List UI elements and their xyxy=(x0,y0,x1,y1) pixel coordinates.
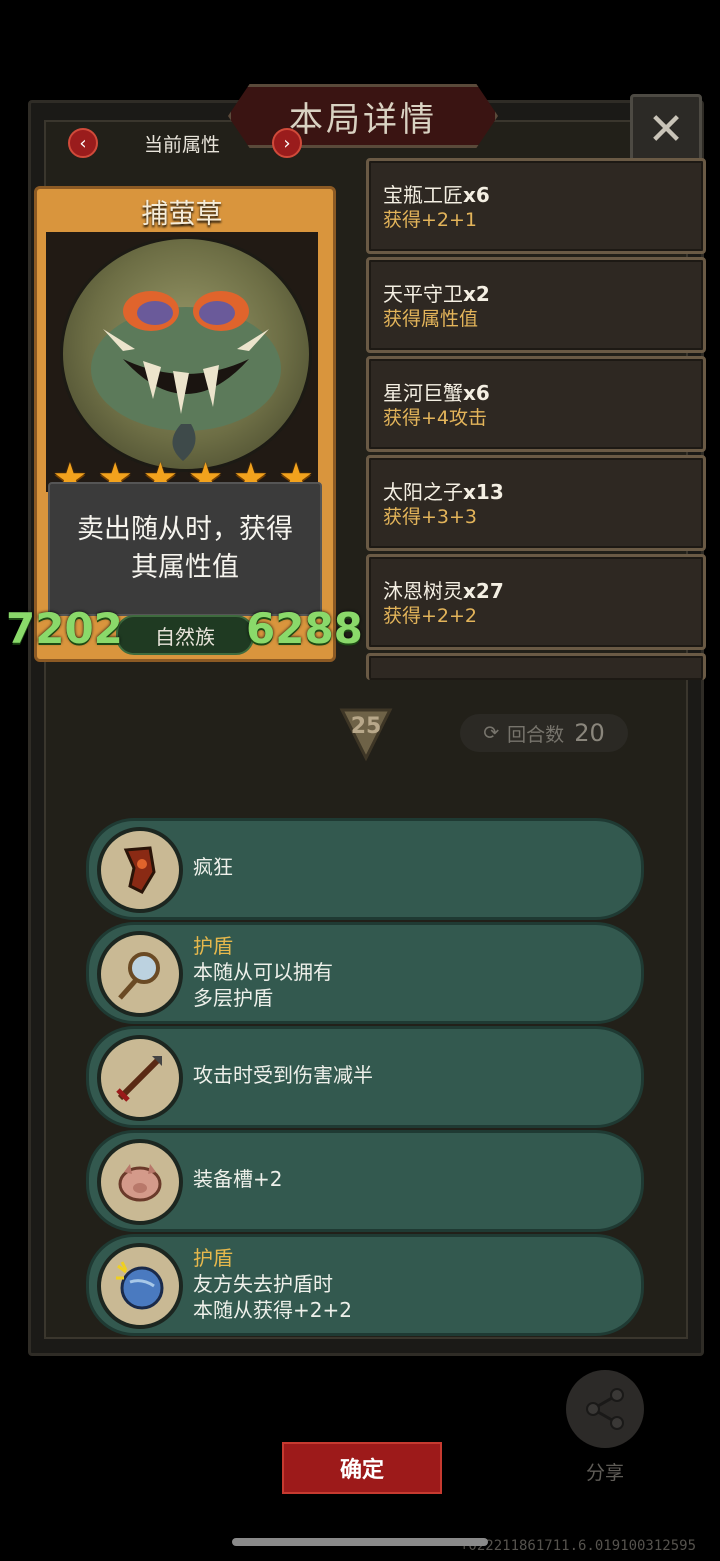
card-description-text: 卖出随从时，获得其属性值 xyxy=(77,514,293,583)
rage-mask-icon xyxy=(97,827,183,913)
next-button[interactable]: › xyxy=(272,128,302,158)
chevron-left-icon: ‹ xyxy=(79,132,87,154)
ability-text: 疯狂 xyxy=(193,855,233,879)
buff-name: 太阳之子x13 xyxy=(383,480,504,504)
turns-label: 回合数 xyxy=(507,723,565,746)
ability-item: 攻击时受到伤害减半 xyxy=(86,1026,644,1128)
buff-item: 太阳之子x13 获得+3+3 xyxy=(366,455,706,551)
buff-gain: 获得+2+1 xyxy=(383,209,478,231)
buff-name: 星河巨蟹x6 xyxy=(383,381,490,405)
buff-item: 沐恩树灵x27 获得+2+2 xyxy=(366,554,706,650)
buff-name: 宝瓶工匠x6 xyxy=(383,183,490,207)
ability-text: 护盾 友方失去护盾时 本随从获得+2+2 xyxy=(193,1246,352,1322)
close-button[interactable]: ✕ xyxy=(630,94,702,164)
ability-item: 护盾 本随从可以拥有 多层护盾 xyxy=(86,922,644,1024)
buff-item: 星河巨蟹x6 获得+4攻击 xyxy=(366,356,706,452)
shield-mirror-icon xyxy=(97,931,183,1017)
share-label: 分享 xyxy=(585,1462,624,1484)
share-button[interactable] xyxy=(566,1370,644,1448)
buff-gain: 获得+2+2 xyxy=(383,605,478,627)
pig-icon xyxy=(97,1139,183,1225)
refresh-icon: ⟳ xyxy=(483,722,500,744)
buff-name: 天平守卫x2 xyxy=(383,282,490,306)
health-value: 6288 xyxy=(246,604,363,653)
arrow-icon xyxy=(97,1035,183,1121)
buff-item: 天平守卫x2 获得属性值 xyxy=(366,257,706,353)
prev-button[interactable]: ‹ xyxy=(68,128,98,158)
tribe-badge: 自然族 xyxy=(116,615,254,655)
ability-item: 疯狂 xyxy=(86,818,644,920)
ability-item: 护盾 友方失去护盾时 本随从获得+2+2 xyxy=(86,1234,644,1336)
attribute-tab-label: 当前属性 xyxy=(143,134,220,156)
ability-text: 护盾 本随从可以拥有 多层护盾 xyxy=(193,934,333,1010)
planet-icon xyxy=(97,1243,183,1329)
buff-item: 宝瓶工匠x6 获得+2+1 xyxy=(366,158,706,254)
share-icon xyxy=(586,1388,624,1430)
minion-portrait xyxy=(60,236,312,472)
card-description: 卖出随从时，获得其属性值 xyxy=(48,482,322,616)
confirm-button[interactable]: 确定 xyxy=(282,1442,442,1494)
page-title: 本局详情 xyxy=(289,99,437,140)
chevron-right-icon: › xyxy=(283,132,291,154)
buff-name: 沐恩树灵x27 xyxy=(383,579,504,603)
turn-counter: ⟳ 回合数 20 xyxy=(460,714,628,752)
buff-gain: 获得+4攻击 xyxy=(383,407,488,429)
turns-value: 20 xyxy=(574,719,605,747)
version-text: +022211861711.6.019100312595 xyxy=(460,1538,697,1554)
home-indicator[interactable] xyxy=(232,1538,488,1546)
buff-gain: 获得属性值 xyxy=(383,308,479,330)
round-number: 25 xyxy=(350,714,382,739)
buff-item-partial xyxy=(366,653,706,680)
buff-gain: 获得+3+3 xyxy=(383,506,478,528)
plant-monster-icon xyxy=(91,291,281,461)
ability-item: 装备槽+2 xyxy=(86,1130,644,1232)
ability-text: 攻击时受到伤害减半 xyxy=(193,1063,373,1087)
attack-value: 7202 xyxy=(6,604,123,653)
close-icon: ✕ xyxy=(647,103,685,155)
ability-text: 装备槽+2 xyxy=(193,1167,283,1191)
title-plate: 本局详情 xyxy=(228,84,498,148)
minion-name: 捕萤草 xyxy=(141,199,223,230)
